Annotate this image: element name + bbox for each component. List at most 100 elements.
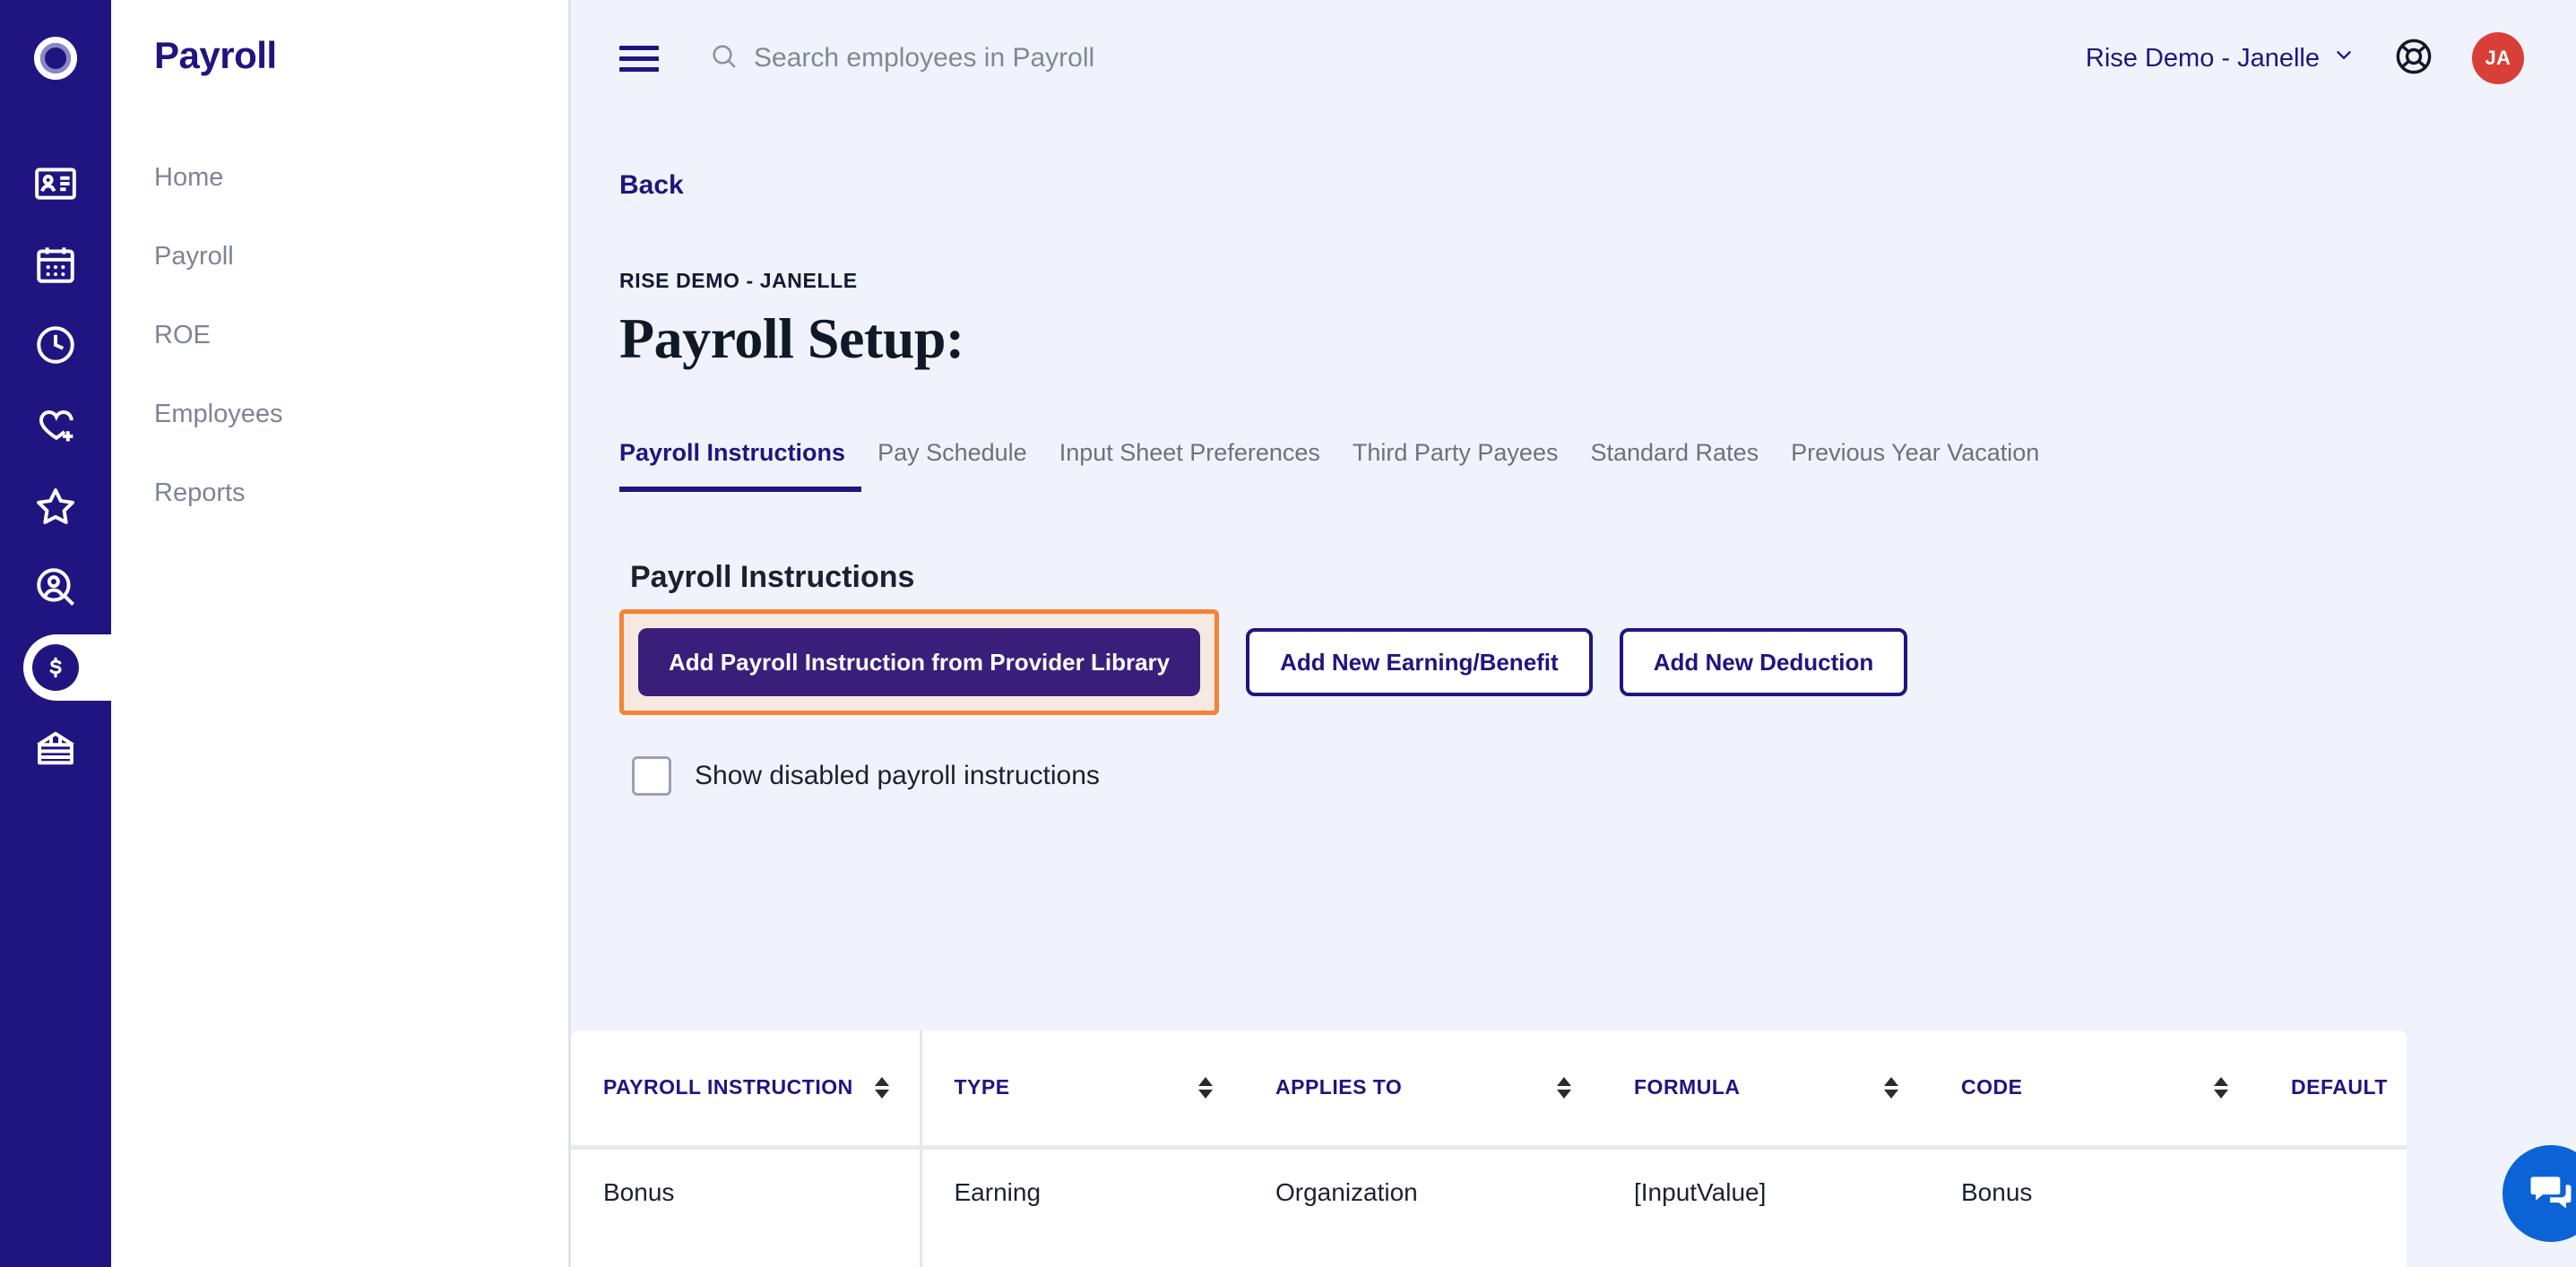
table-row[interactable]: Commission Earning Organization [InputVa… (571, 1237, 2407, 1267)
tab-input-sheet-preferences[interactable]: Input Sheet Preferences (1043, 439, 1336, 492)
chat-bubble-icon (2527, 1168, 2575, 1220)
show-disabled-payroll-instructions-checkbox[interactable] (632, 756, 671, 796)
search-icon (709, 41, 739, 76)
rail-item-directory[interactable] (0, 143, 111, 224)
column-header-type[interactable]: TYPE (919, 1030, 1243, 1150)
calendar-icon (33, 242, 78, 287)
table-header-row: PAYROLL INSTRUCTION TYPE APPLIES TO FORM… (571, 1030, 2407, 1150)
column-label: TYPE (954, 1075, 1010, 1099)
cell-code: Bonus (1961, 1178, 2033, 1207)
clock-icon (33, 323, 78, 367)
chevron-down-icon (2332, 43, 2356, 73)
sidebar-item-payroll[interactable]: Payroll (111, 217, 568, 296)
main-content: Rise Demo - Janelle (571, 0, 2576, 1267)
bank-icon (33, 726, 78, 771)
sidebar-item-employees[interactable]: Employees (111, 375, 568, 453)
column-label: PAYROLL INSTRUCTION (603, 1075, 853, 1099)
column-label: FORMULA (1634, 1075, 1741, 1099)
column-header-code[interactable]: CODE (1929, 1030, 2259, 1150)
cell-default (2259, 1147, 2407, 1237)
sidebar: Payroll Home Payroll ROE Employees Repor… (111, 0, 571, 1267)
add-new-earning-benefit-button[interactable]: Add New Earning/Benefit (1246, 628, 1593, 696)
sort-icon[interactable] (1198, 1076, 1213, 1099)
avatar-initials: JA (2485, 47, 2511, 69)
star-icon (33, 484, 78, 529)
payroll-instructions-table: PAYROLL INSTRUCTION TYPE APPLIES TO FORM… (571, 1030, 2407, 1267)
heart-plus-icon (33, 403, 78, 448)
checkbox-label: Show disabled payroll instructions (695, 761, 1100, 790)
cell-applies-to: Organization (1243, 1237, 1602, 1267)
tab-standard-rates[interactable]: Standard Rates (1574, 439, 1775, 492)
lifebuoy-icon[interactable] (2393, 36, 2434, 82)
rail-item-payroll[interactable] (0, 627, 131, 708)
cell-type: Earning (919, 1237, 1243, 1267)
search-input[interactable] (754, 43, 1292, 73)
ring-logo-icon (34, 37, 77, 80)
sidebar-item-home[interactable]: Home (111, 138, 568, 217)
cell-code: Commission (1929, 1237, 2259, 1267)
top-bar: Rise Demo - Janelle (571, 0, 2576, 116)
sidebar-item-label: ROE (154, 320, 211, 349)
table-row[interactable]: Bonus Earning Organization [InputValue] … (571, 1147, 2407, 1237)
hamburger-icon[interactable] (619, 45, 659, 72)
column-header-applies-to[interactable]: APPLIES TO (1243, 1030, 1602, 1150)
show-disabled-checkbox-row: Show disabled payroll instructions (632, 756, 2576, 796)
sidebar-item-label: Employees (154, 399, 283, 428)
rail-item-performance[interactable] (0, 466, 111, 547)
dollar-circle-icon (32, 644, 79, 691)
icon-rail (0, 0, 131, 1267)
sidebar-nav-list: Home Payroll ROE Employees Reports (111, 138, 568, 532)
search-bar[interactable] (709, 41, 2086, 76)
back-link[interactable]: Back (619, 170, 684, 201)
sidebar-item-roe[interactable]: ROE (111, 296, 568, 375)
column-label: APPLIES TO (1275, 1075, 1403, 1099)
highlight-outline: Add Payroll Instruction from Provider Li… (619, 609, 1220, 715)
sort-icon[interactable] (1557, 1076, 1571, 1099)
sort-icon[interactable] (874, 1076, 889, 1099)
cell-formula: [InputValue] (1602, 1237, 1929, 1267)
rail-item-finance[interactable] (0, 708, 111, 789)
org-switcher[interactable]: Rise Demo - Janelle (2086, 43, 2356, 73)
user-search-icon (33, 565, 78, 609)
add-new-deduction-button[interactable]: Add New Deduction (1619, 628, 1908, 696)
top-bar-actions: Rise Demo - Janelle JA (2086, 32, 2524, 84)
page-title: Payroll Setup: (619, 306, 964, 370)
rail-item-time[interactable] (0, 305, 111, 385)
add-payroll-instruction-from-provider-library-button[interactable]: Add Payroll Instruction from Provider Li… (638, 628, 1201, 696)
tab-bar: Payroll Instructions Pay Schedule Input … (619, 422, 2576, 492)
app-logo[interactable] (0, 0, 111, 116)
sidebar-item-reports[interactable]: Reports (111, 453, 568, 532)
rail-item-recruiting[interactable] (0, 547, 111, 627)
sort-icon[interactable] (1884, 1076, 1898, 1099)
page-body: Back RISE DEMO - JANELLE Payroll Setup: … (571, 116, 2576, 1267)
sidebar-item-label: Payroll (154, 241, 234, 271)
section-heading: Payroll Instructions (630, 560, 915, 594)
tab-payroll-instructions[interactable]: Payroll Instructions (619, 439, 862, 492)
tab-previous-year-vacation[interactable]: Previous Year Vacation (1775, 439, 2055, 492)
cell-instruction: Bonus (603, 1178, 675, 1207)
sidebar-title: Payroll (154, 34, 277, 76)
id-card-icon (33, 161, 78, 206)
cell-type: Earning (919, 1147, 1243, 1237)
sort-icon[interactable] (2214, 1076, 2228, 1099)
tab-pay-schedule[interactable]: Pay Schedule (861, 439, 1043, 492)
sidebar-item-label: Home (154, 162, 224, 192)
sidebar-item-label: Reports (154, 478, 246, 507)
cell-formula: [InputValue] (1634, 1178, 1767, 1207)
action-button-row: Add Payroll Instruction from Provider Li… (619, 609, 2576, 715)
chat-widget-button[interactable] (2503, 1145, 2576, 1242)
column-header-formula[interactable]: FORMULA (1602, 1030, 1929, 1150)
column-header-payroll-instruction[interactable]: PAYROLL INSTRUCTION (571, 1030, 921, 1150)
avatar[interactable]: JA (2472, 32, 2524, 84)
tab-third-party-payees[interactable]: Third Party Payees (1336, 439, 1575, 492)
rail-item-benefits[interactable] (0, 385, 111, 466)
org-name-label: Rise Demo - Janelle (2085, 43, 2320, 73)
cell-applies-to: Organization (1275, 1178, 1418, 1207)
column-label: CODE (1961, 1075, 2023, 1099)
column-label: DEFAULT (2291, 1075, 2388, 1099)
cell-default (2259, 1237, 2407, 1267)
column-header-default[interactable]: DEFAULT (2259, 1030, 2407, 1150)
breadcrumb: RISE DEMO - JANELLE (619, 269, 858, 292)
rail-item-calendar[interactable] (0, 224, 111, 305)
cell-instruction: Commission (571, 1237, 921, 1267)
